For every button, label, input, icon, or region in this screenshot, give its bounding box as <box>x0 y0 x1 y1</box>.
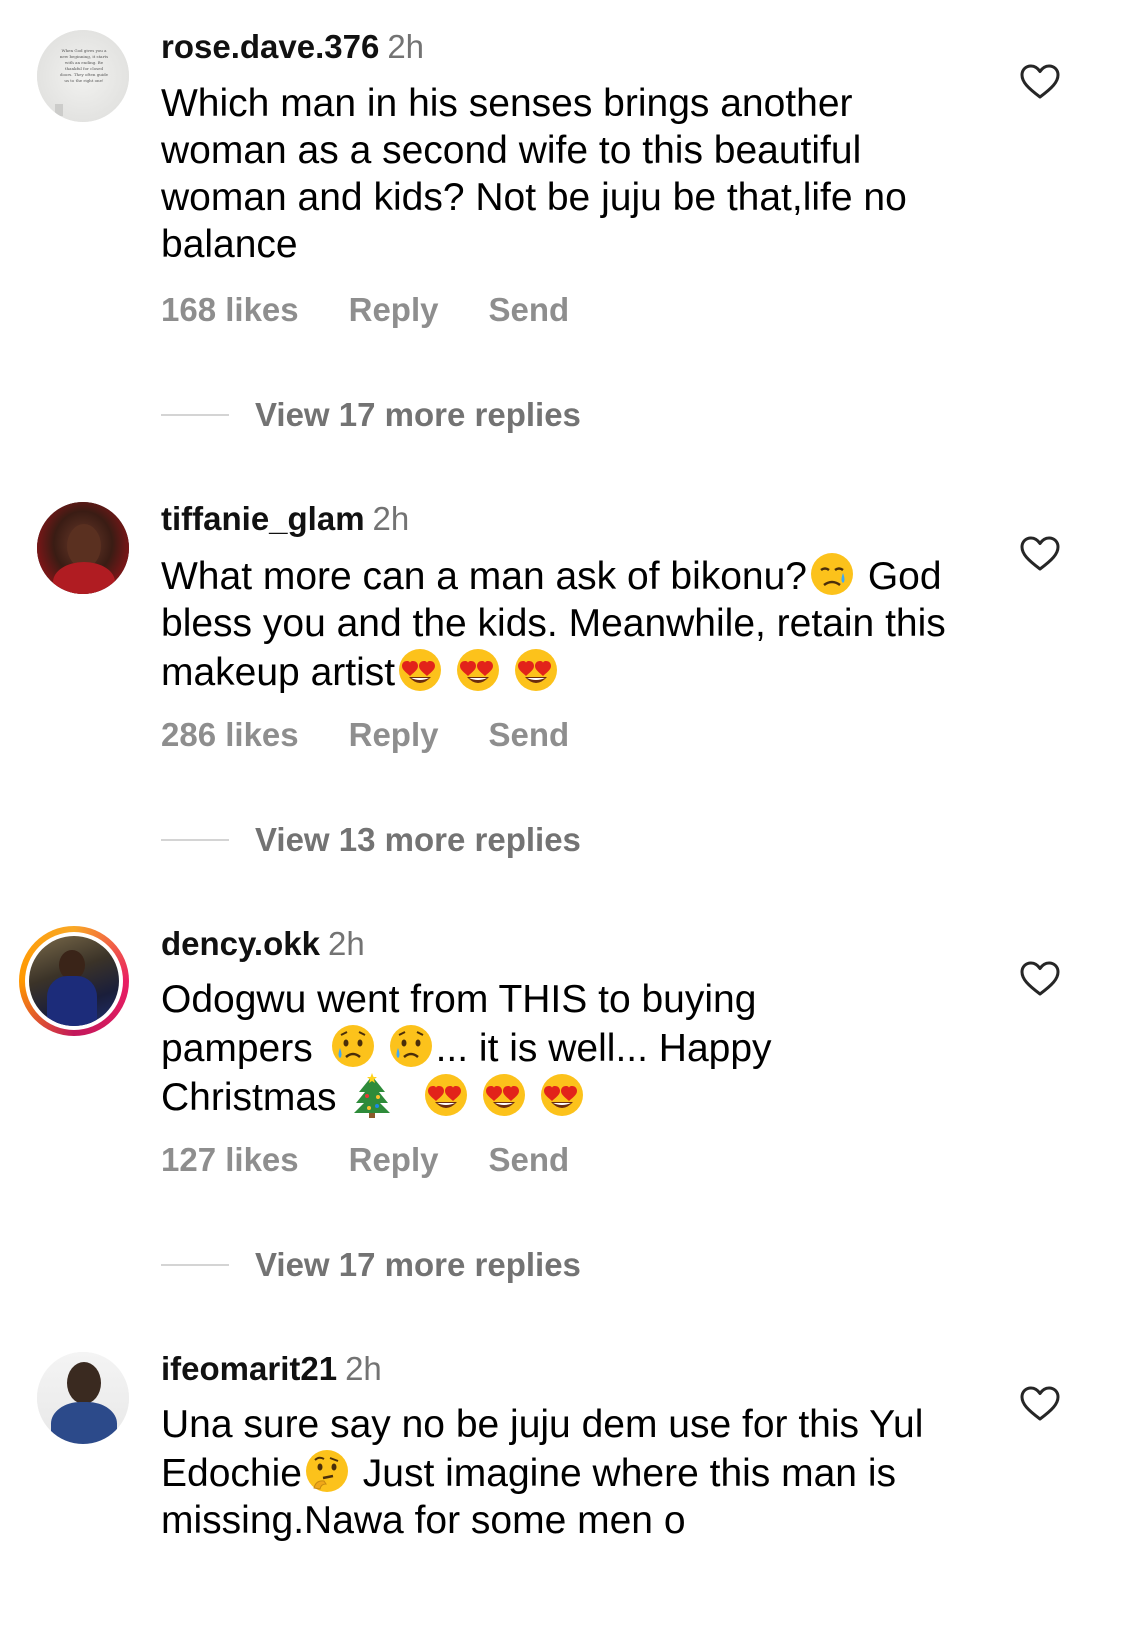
christmas-tree-emoji <box>349 1072 395 1118</box>
heart-eyes-emoji <box>423 1072 469 1118</box>
timestamp: 2h <box>345 1350 382 1387</box>
heart-eyes-emoji <box>481 1072 527 1118</box>
comment-header: rose.dave.376 2h <box>161 27 424 67</box>
divider-line <box>161 839 229 842</box>
heart-eyes-emoji <box>455 647 501 693</box>
comment-text: Which man in his senses brings another w… <box>161 82 907 266</box>
view-replies-button[interactable]: View 17 more replies <box>161 396 581 434</box>
view-replies-button[interactable]: View 17 more replies <box>161 1246 581 1284</box>
comment-text: Odogwu went from THIS to buying pampers … <box>161 976 851 1121</box>
divider-line <box>161 414 229 417</box>
sad-relieved-face-emoji <box>809 551 855 597</box>
timestamp: 2h <box>327 925 365 962</box>
heart-eyes-emoji <box>397 647 443 693</box>
view-replies-label: View 17 more replies <box>255 396 581 433</box>
crying-face-emoji <box>330 1023 376 1069</box>
avatar[interactable] <box>19 926 129 1036</box>
reply-button[interactable]: Reply <box>349 1141 439 1178</box>
heart-outline-icon[interactable] <box>1020 64 1060 100</box>
comment-header: tiffanie_glam 2h <box>161 499 409 539</box>
likes-count[interactable]: 286 likes <box>161 716 299 753</box>
avatar-quote-text: When God gives you a new beginning, it s… <box>59 48 109 83</box>
send-button[interactable]: Send <box>489 716 570 753</box>
comment-text-part: What more can a man ask of bikonu? <box>161 555 807 598</box>
comment-actions: 286 likes Reply Send <box>161 716 619 754</box>
likes-count[interactable]: 127 likes <box>161 1141 299 1178</box>
comment-text: Una sure say no be juju dem use for this… <box>161 1401 931 1544</box>
reply-button[interactable]: Reply <box>349 291 439 328</box>
reply-button[interactable]: Reply <box>349 716 439 753</box>
view-replies-label: View 13 more replies <box>255 821 581 858</box>
view-replies-button[interactable]: View 13 more replies <box>161 821 581 859</box>
avatar[interactable] <box>37 1352 129 1444</box>
thinking-face-emoji <box>304 1448 350 1494</box>
heart-eyes-emoji <box>513 647 559 693</box>
heart-eyes-emoji <box>539 1072 585 1118</box>
send-button[interactable]: Send <box>489 1141 570 1178</box>
view-replies-label: View 17 more replies <box>255 1246 581 1283</box>
comment-header: dency.okk 2h <box>161 924 365 964</box>
avatar[interactable]: When God gives you a new beginning, it s… <box>37 30 129 122</box>
avatar-photo <box>29 936 119 1026</box>
likes-count[interactable]: 168 likes <box>161 291 299 328</box>
username[interactable]: tiffanie_glam <box>161 500 365 537</box>
crying-face-emoji <box>388 1023 434 1069</box>
username[interactable]: ifeomarit21 <box>161 1350 337 1387</box>
timestamp: 2h <box>387 28 425 65</box>
username[interactable]: rose.dave.376 <box>161 28 379 65</box>
heart-outline-icon[interactable] <box>1020 961 1060 997</box>
username[interactable]: dency.okk <box>161 925 320 962</box>
timestamp: 2h <box>372 500 410 537</box>
comment-actions: 168 likes Reply Send <box>161 291 619 329</box>
comment-text: What more can a man ask of bikonu? God b… <box>161 551 961 696</box>
send-button[interactable]: Send <box>489 291 570 328</box>
avatar[interactable] <box>37 502 129 594</box>
divider-line <box>161 1264 229 1267</box>
heart-outline-icon[interactable] <box>1020 1386 1060 1422</box>
comment-header: ifeomarit21 2h <box>161 1349 382 1389</box>
heart-outline-icon[interactable] <box>1020 536 1060 572</box>
comment-actions: 127 likes Reply Send <box>161 1141 619 1179</box>
